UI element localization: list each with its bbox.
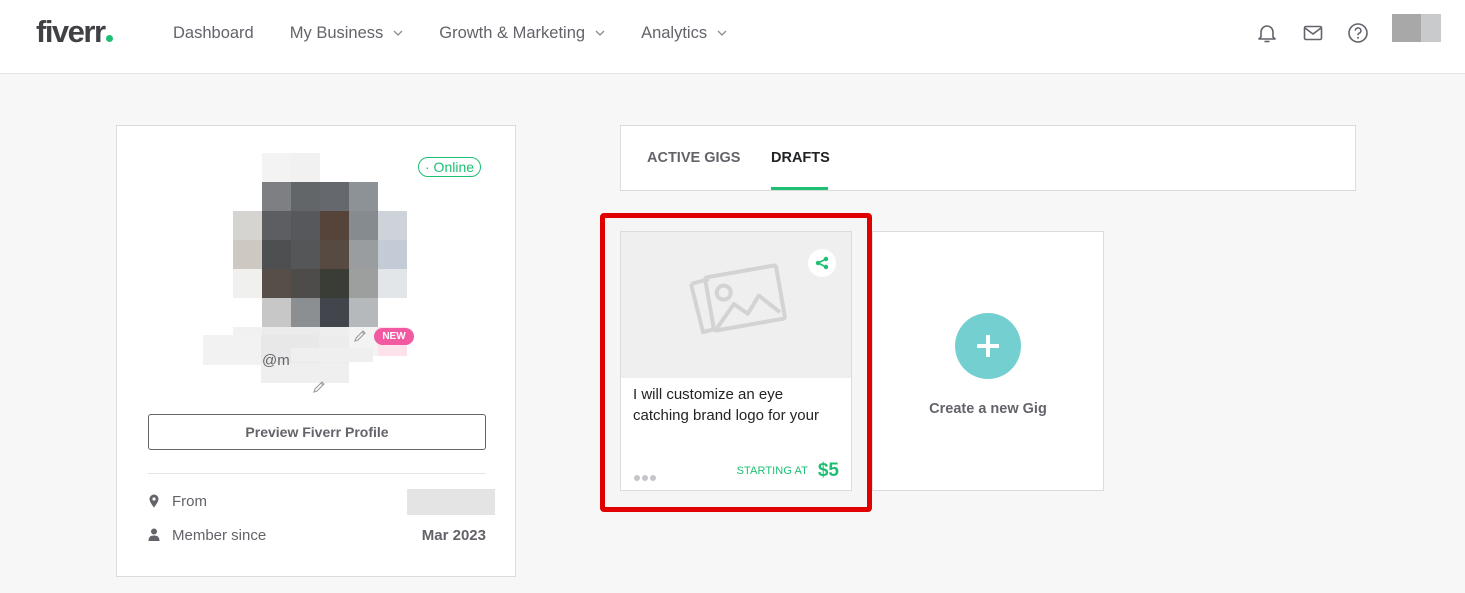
photo-pixel <box>233 211 262 240</box>
edit-pencil-icon[interactable] <box>353 329 367 343</box>
photo-pixel <box>320 240 349 269</box>
more-options-button[interactable] <box>634 468 660 481</box>
user-icon <box>148 528 160 541</box>
photo-pixel <box>262 211 291 240</box>
photo-pixel <box>291 182 320 211</box>
avatar-block <box>1392 14 1421 42</box>
nav-dashboard[interactable]: Dashboard <box>173 24 254 43</box>
redacted-username <box>291 348 373 362</box>
logo-text: fiverr <box>36 14 106 49</box>
share-icon <box>815 256 829 270</box>
photo-pixel <box>262 153 291 182</box>
bell-icon[interactable] <box>1256 22 1278 44</box>
photo-pixel <box>262 269 291 298</box>
draft-gig-card[interactable]: I will customize an eye catching brand l… <box>620 231 852 491</box>
photo-pixel <box>349 298 378 327</box>
photo-pixel <box>378 269 407 298</box>
dot-icon <box>642 475 648 481</box>
photo-pixel <box>349 182 378 211</box>
photo-pixel <box>320 182 349 211</box>
logo-dot <box>105 35 113 42</box>
new-badge: NEW <box>374 328 414 345</box>
member-since-label: Member since <box>172 527 267 544</box>
tab-drafts[interactable]: DRAFTS <box>771 150 830 166</box>
photo-pixel <box>203 335 261 365</box>
redacted-country <box>407 489 495 515</box>
photo-pixel <box>378 211 407 240</box>
photo-pixel <box>378 240 407 269</box>
divider <box>148 473 486 474</box>
avatar-block <box>1421 14 1441 42</box>
online-status-badge: · Online <box>418 157 482 177</box>
photo-pixel <box>233 240 262 269</box>
user-avatar[interactable] <box>1392 14 1441 42</box>
tab-active-gigs[interactable]: ACTIVE GIGS <box>647 150 740 166</box>
share-button[interactable] <box>808 249 836 277</box>
photo-pixel <box>233 269 262 298</box>
photo-pixel <box>262 298 291 327</box>
edit-pencil-icon[interactable] <box>312 380 326 394</box>
photo-pixel <box>349 269 378 298</box>
gig-price: $5 <box>817 460 839 481</box>
photo-pixel <box>291 153 320 182</box>
nav-label: Growth & Marketing <box>439 23 586 42</box>
from-row: From <box>148 489 495 515</box>
gig-tabs: ACTIVE GIGS DRAFTS <box>620 125 1356 191</box>
member-since-row: Member since Mar 2023 <box>148 526 486 546</box>
photo-pixel <box>291 211 320 240</box>
chevron-down-icon <box>717 30 727 36</box>
gig-title[interactable]: I will customize an eye catching brand l… <box>633 384 843 426</box>
photo-pixel <box>291 240 320 269</box>
location-pin-icon <box>149 494 159 508</box>
nav-label: Analytics <box>641 23 708 42</box>
photo-pixel <box>349 240 378 269</box>
chevron-down-icon <box>393 30 403 36</box>
create-new-gig-card[interactable]: Create a new Gig <box>872 231 1104 491</box>
help-icon[interactable] <box>1347 22 1369 44</box>
profile-photo[interactable] <box>203 153 407 383</box>
mail-icon[interactable] <box>1302 22 1324 44</box>
photo-pixel <box>262 240 291 269</box>
dot-icon <box>650 475 656 481</box>
photo-pixel <box>320 298 349 327</box>
active-tab-indicator <box>771 187 828 190</box>
photo-pixel <box>320 269 349 298</box>
top-header: fiverr Dashboard My Business Growth & Ma… <box>0 0 1465 74</box>
photo-pixel <box>349 211 378 240</box>
starting-at-label: STARTING AT <box>736 465 808 477</box>
gig-image-placeholder <box>621 232 851 378</box>
nav-analytics[interactable]: Analytics <box>641 24 727 43</box>
nav-label: My Business <box>289 23 384 42</box>
nav-growth-marketing[interactable]: Growth & Marketing <box>439 24 605 43</box>
create-gig-label: Create a new Gig <box>929 401 1047 417</box>
member-since-value: Mar 2023 <box>421 527 486 544</box>
profile-card: · Online NEW @m Preview Fiverr Profile F… <box>116 125 516 577</box>
from-label: From <box>172 493 207 510</box>
username: @m <box>262 352 290 369</box>
photo-pixel <box>291 298 320 327</box>
nav-my-business[interactable]: My Business <box>290 24 404 43</box>
fiverr-logo[interactable]: fiverr <box>36 14 113 50</box>
nav-label: Dashboard <box>173 23 254 42</box>
main-nav: Dashboard My Business Growth & Marketing… <box>173 0 763 66</box>
photo-pixel <box>320 211 349 240</box>
plus-icon[interactable] <box>955 313 1021 379</box>
image-placeholder-icon <box>689 263 787 334</box>
dot-icon <box>634 475 640 481</box>
photo-pixel <box>291 269 320 298</box>
preview-profile-button[interactable]: Preview Fiverr Profile <box>148 414 486 450</box>
chevron-down-icon <box>595 30 605 36</box>
photo-pixel <box>262 182 291 211</box>
